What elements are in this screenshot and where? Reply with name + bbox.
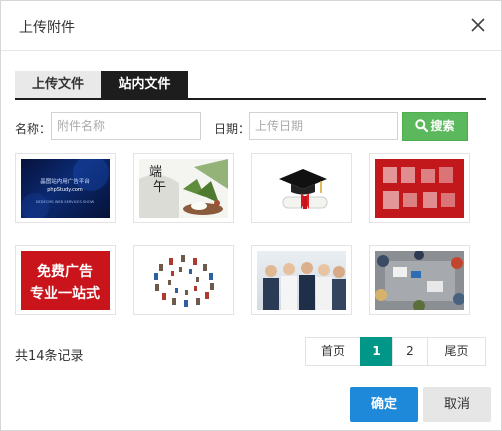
thumbnail-1[interactable]: 晶图站内用广告平台 phpStudy.com DEDECMS WEB SERVI… — [15, 153, 116, 223]
dialog-title: 上传附件 — [19, 20, 75, 36]
tab-site-files[interactable]: 站内文件 — [101, 71, 188, 99]
thumbnail-8-image — [375, 251, 464, 310]
name-input[interactable] — [51, 112, 201, 140]
zongzi-art: 端 午 — [139, 159, 228, 218]
banner-line-2: phpStudy.com — [47, 187, 83, 193]
thumbnail-6[interactable] — [133, 245, 234, 315]
red-ad-art: 免费广告 专业一站式 — [30, 263, 100, 302]
confirm-button[interactable]: 确定 — [350, 387, 418, 422]
page-first-button[interactable]: 首页 — [305, 337, 361, 366]
tab-upload-file[interactable]: 上传文件 — [15, 71, 101, 99]
date-label: 日期： — [214, 122, 251, 136]
record-count: 共14条记录 — [15, 349, 84, 364]
dialog-titlebar: 上传附件 — [1, 1, 501, 51]
tab-underline — [15, 98, 486, 100]
search-button-label: 搜索 — [430, 119, 455, 133]
banner-line-1: 晶图站内用广告平台 — [40, 177, 90, 185]
thumbnail-7[interactable] — [251, 245, 352, 315]
thumbnail-4-image — [375, 159, 464, 218]
thumbnail-3-image — [257, 159, 346, 218]
page-1-button[interactable]: 1 — [360, 337, 393, 366]
festival-char-2: 午 — [153, 180, 166, 195]
thumbnail-7-image — [257, 251, 346, 310]
office-meeting-art — [375, 251, 464, 310]
thumbnail-5[interactable]: 免费广告 专业一站式 — [15, 245, 116, 315]
thumbnail-4[interactable] — [369, 153, 470, 223]
date-input[interactable] — [249, 112, 398, 140]
banner-line-3: DEDECMS WEB SERVICES SHOW — [36, 200, 95, 204]
search-button[interactable]: 搜索 — [402, 112, 468, 141]
thumbnail-1-image: 晶图站内用广告平台 phpStudy.com DEDECMS WEB SERVI… — [21, 159, 110, 218]
search-icon — [415, 119, 429, 133]
thumbnail-8[interactable] — [369, 245, 470, 315]
people-spiral-art — [154, 255, 214, 307]
ad-line-2: 专业一站式 — [30, 285, 100, 302]
page-last-button[interactable]: 尾页 — [427, 337, 486, 366]
thumbnail-6-image — [139, 251, 228, 310]
festival-char-1: 端 — [149, 165, 162, 180]
tech-banner-art: 晶图站内用广告平台 phpStudy.com DEDECMS WEB SERVI… — [21, 159, 109, 218]
ad-line-1: 免费广告 — [37, 263, 93, 280]
close-icon[interactable] — [467, 14, 489, 36]
graduation-art — [279, 169, 328, 209]
cancel-button[interactable]: 取消 — [423, 387, 491, 422]
name-label: 名称： — [15, 122, 52, 136]
close-icon-glyph — [471, 18, 485, 32]
thumbnail-2-image: 端 午 — [139, 159, 228, 218]
upload-attachment-dialog: 上传附件 上传文件 站内文件 名称： 日期： 搜索 晶图站内用广告平台 phpS… — [0, 0, 502, 431]
thumbnail-3[interactable] — [251, 153, 352, 223]
blurred-ad-art — [383, 167, 455, 209]
business-team-art — [263, 262, 346, 310]
page-2-button[interactable]: 2 — [392, 337, 428, 366]
thumbnail-5-image: 免费广告 专业一站式 — [21, 251, 110, 310]
thumbnail-2[interactable]: 端 午 — [133, 153, 234, 223]
